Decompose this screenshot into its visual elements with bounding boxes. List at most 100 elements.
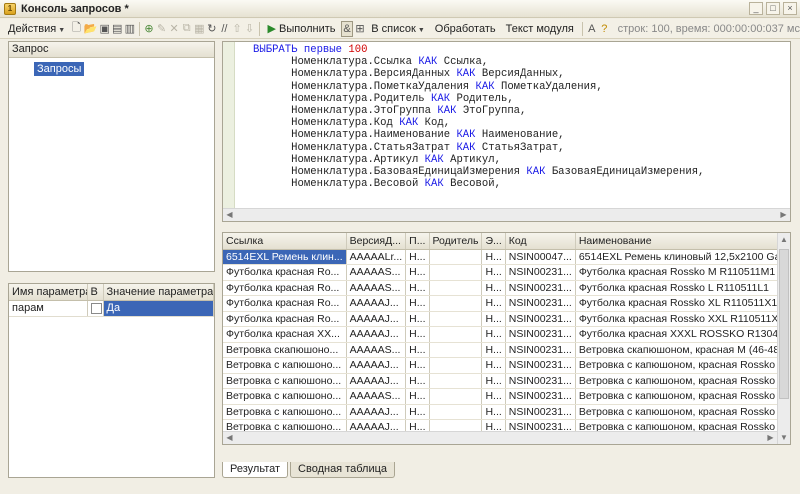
- results-column-header[interactable]: Ссылка: [223, 233, 347, 250]
- scroll-right-icon[interactable]: ▶: [777, 209, 790, 221]
- results-cell[interactable]: NSIN00231...: [505, 342, 576, 358]
- results-cell[interactable]: Н...: [405, 388, 430, 405]
- query-text[interactable]: ВЫБРАТЬ первые 100 Номенклатура.Ссылка К…: [253, 44, 790, 190]
- results-cell[interactable]: Н...: [405, 280, 430, 296]
- results-column-header[interactable]: Родитель: [429, 233, 483, 250]
- results-cell[interactable]: Н...: [405, 326, 430, 343]
- results-cell[interactable]: Н...: [405, 342, 430, 358]
- results-cell[interactable]: AAAAAJ...: [346, 373, 407, 389]
- refresh-icon[interactable]: ↻: [207, 21, 218, 37]
- results-cell[interactable]: Футболка красная Rossko XL R110511X1: [575, 295, 790, 312]
- module-text-button[interactable]: Текст модуля: [502, 23, 578, 35]
- actions-menu[interactable]: Действия ▼: [4, 23, 69, 35]
- results-cell[interactable]: AAAAALr...: [346, 249, 407, 265]
- results-cell[interactable]: Ветровка скапюшоно...: [223, 342, 347, 358]
- results-cell[interactable]: [429, 342, 483, 358]
- scroll-right-icon[interactable]: ▶: [764, 432, 777, 444]
- table-row[interactable]: Футболка красная Ro... AAAAAJ... Н... Н... N…: [223, 311, 790, 327]
- minimize-icon[interactable]: _: [749, 2, 763, 15]
- scroll-up-icon[interactable]: ▲: [778, 233, 790, 246]
- query-editor[interactable]: ВЫБРАТЬ первые 100 Номенклатура.Ссылка К…: [222, 41, 791, 222]
- param-use-checkbox[interactable]: [90, 302, 102, 314]
- results-cell[interactable]: Н...: [481, 388, 506, 405]
- results-cell[interactable]: NSIN00231...: [505, 280, 576, 296]
- results-cell[interactable]: Н...: [405, 404, 430, 420]
- results-cell[interactable]: Футболка красная Rossko M R110511M1: [575, 264, 790, 281]
- results-cell[interactable]: Н...: [481, 404, 506, 420]
- font-settings-icon[interactable]: A: [587, 21, 598, 37]
- code-line[interactable]: Номенклатура.Код КАК Код,: [253, 117, 790, 129]
- results-cell[interactable]: [429, 326, 483, 343]
- code-line[interactable]: Номенклатура.Родитель КАК Родитель,: [253, 93, 790, 105]
- results-cell[interactable]: AAAAAJ...: [346, 404, 407, 420]
- results-cell[interactable]: Н...: [481, 311, 506, 327]
- results-cell[interactable]: NSIN00231...: [505, 326, 576, 343]
- results-cell[interactable]: 6514EXL Ремень клин...: [223, 249, 347, 265]
- results-cell[interactable]: Н...: [481, 264, 506, 281]
- table-row[interactable]: Ветровка с капюшоно... AAAAAJ... Н... Н... N…: [223, 404, 790, 420]
- editor-results-splitter[interactable]: [222, 224, 791, 229]
- results-cell[interactable]: Н...: [481, 249, 506, 265]
- results-cell[interactable]: Ветровка с капюшоном, красная Rossko XL …: [575, 388, 790, 405]
- results-cell[interactable]: AAAAAJ...: [346, 311, 407, 327]
- add-icon[interactable]: ⊕: [144, 21, 155, 37]
- tab-pivot-table[interactable]: Сводная таблица: [290, 462, 396, 478]
- results-cell[interactable]: Н...: [405, 264, 430, 281]
- table-row[interactable]: Футболка красная XX... AAAAAJ... Н... Н... N…: [223, 326, 790, 343]
- results-vertical-scrollbar[interactable]: ▲ ▼: [777, 233, 790, 444]
- results-cell[interactable]: Футболка красная Ro...: [223, 295, 347, 312]
- to-list-button[interactable]: В список ▼: [367, 23, 429, 35]
- delete-icon[interactable]: ✕: [169, 21, 180, 37]
- tree-item-queries[interactable]: Запросы: [34, 62, 85, 76]
- results-cell[interactable]: AAAAAS...: [346, 264, 407, 281]
- results-cell[interactable]: AAAAAJ...: [346, 326, 407, 343]
- results-cell[interactable]: Н...: [481, 295, 506, 312]
- results-cell[interactable]: NSIN00231...: [505, 357, 576, 374]
- table-row[interactable]: 6514EXL Ремень клин... AAAAALr... Н... Н...…: [223, 249, 790, 265]
- results-cell[interactable]: [429, 388, 483, 405]
- table-row[interactable]: парам Да: [9, 300, 214, 317]
- results-cell[interactable]: Ветровка с капюшоном, красная Rossko L R…: [575, 373, 790, 389]
- results-cell[interactable]: NSIN00231...: [505, 311, 576, 327]
- results-cell[interactable]: NSIN00047...: [505, 249, 576, 265]
- results-cell[interactable]: [429, 264, 483, 281]
- results-horizontal-scrollbar[interactable]: ◀ ▶: [223, 431, 777, 444]
- results-cell[interactable]: Н...: [481, 342, 506, 358]
- ampersand-toggle[interactable]: &: [341, 20, 353, 37]
- scrollbar-thumb[interactable]: [779, 249, 789, 399]
- results-column-header[interactable]: Э...: [481, 233, 506, 250]
- results-column-header[interactable]: П...: [405, 233, 430, 250]
- results-cell[interactable]: Н...: [405, 249, 430, 265]
- results-cell[interactable]: AAAAAJ...: [346, 295, 407, 312]
- table-row[interactable]: Футболка красная Ro... AAAAAJ... Н... Н... N…: [223, 295, 790, 312]
- results-cell[interactable]: Ветровка с капюшоно...: [223, 404, 347, 420]
- results-cell[interactable]: Футболка красная Rossko L R110511L1: [575, 280, 790, 296]
- results-cell[interactable]: Ветровка с капюшоно...: [223, 388, 347, 405]
- table-row[interactable]: Футболка красная Ro... AAAAAS... Н... Н... N…: [223, 264, 790, 281]
- results-cell[interactable]: Н...: [405, 373, 430, 389]
- results-cell[interactable]: Ветровка с капюшоном, красная Rossko M R…: [575, 357, 790, 374]
- close-icon[interactable]: ×: [783, 2, 797, 15]
- code-line[interactable]: Номенклатура.БазоваяЕдиницаИзмерения КАК…: [253, 166, 790, 178]
- results-cell[interactable]: Ветровка с капюшоно...: [223, 357, 347, 374]
- results-cell[interactable]: Н...: [481, 326, 506, 343]
- table-row[interactable]: Ветровка с капюшоно... AAAAAS... Н... Н... N…: [223, 388, 790, 405]
- maximize-icon[interactable]: □: [766, 2, 780, 15]
- copy-icon[interactable]: ⧉: [181, 21, 192, 37]
- open-folder-icon[interactable]: 📂: [84, 21, 98, 37]
- table-row[interactable]: Ветровка с капюшоно... AAAAAJ... Н... Н... N…: [223, 373, 790, 389]
- help-icon[interactable]: ?: [599, 21, 610, 37]
- results-cell[interactable]: 6514EXL Ремень клиновый 12,5x2100 Gates: [575, 249, 790, 265]
- results-cell[interactable]: Н...: [405, 311, 430, 327]
- code-line[interactable]: Номенклатура.Артикул КАК Артикул,: [253, 154, 790, 166]
- results-cell[interactable]: Н...: [481, 373, 506, 389]
- results-cell[interactable]: Футболка красная XXXL ROSSKO R130412XX4: [575, 326, 790, 343]
- results-cell[interactable]: Футболка красная Ro...: [223, 264, 347, 281]
- scroll-left-icon[interactable]: ◀: [223, 209, 236, 221]
- code-line[interactable]: Номенклатура.ВерсияДанных КАК ВерсияДанн…: [253, 68, 790, 80]
- code-line[interactable]: Номенклатура.ЭтоГруппа КАК ЭтоГруппа,: [253, 105, 790, 117]
- table-row[interactable]: Ветровка с капюшоно... AAAAAJ... Н... Н... N…: [223, 357, 790, 374]
- code-line[interactable]: ВЫБРАТЬ первые 100: [253, 44, 790, 56]
- param-name-column-header[interactable]: Имя параметра: [9, 284, 88, 301]
- results-cell[interactable]: NSIN00231...: [505, 295, 576, 312]
